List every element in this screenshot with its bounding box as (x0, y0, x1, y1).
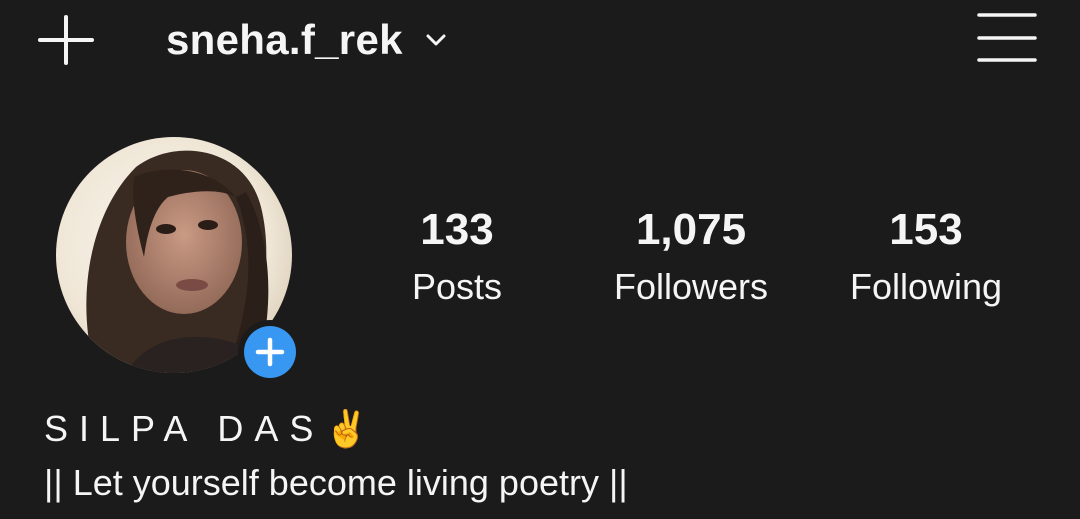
profile-page: sneha.f_rek 133 Posts 1,075 Followers 15… (0, 0, 1080, 519)
plus-icon (38, 15, 94, 65)
posts-stat[interactable]: 133 Posts (387, 200, 527, 314)
followers-count: 1,075 (635, 205, 747, 254)
display-name: SILPA DAS✌️ (44, 408, 381, 449)
hamburger-menu-icon (977, 13, 1037, 62)
add-story-button[interactable] (238, 320, 302, 384)
posts-label: Posts (411, 266, 503, 307)
username: sneha.f_rek (166, 16, 403, 63)
followers-label: Followers (613, 266, 769, 307)
posts-count: 133 (420, 205, 494, 254)
add-story-badge (244, 326, 296, 378)
new-post-button[interactable] (36, 10, 96, 70)
following-label: Following (849, 266, 1003, 307)
following-stat[interactable]: 153 Following (832, 200, 1020, 314)
following-count: 153 (889, 205, 963, 254)
account-switcher[interactable]: sneha.f_rek (166, 14, 447, 66)
bio-text: || Let yourself become living poetry || (44, 462, 628, 503)
top-bar: sneha.f_rek (0, 0, 1080, 80)
menu-button[interactable] (976, 10, 1038, 66)
plus-circle-icon (255, 337, 285, 367)
followers-stat[interactable]: 1,075 Followers (592, 200, 790, 314)
chevron-down-icon (426, 34, 446, 46)
